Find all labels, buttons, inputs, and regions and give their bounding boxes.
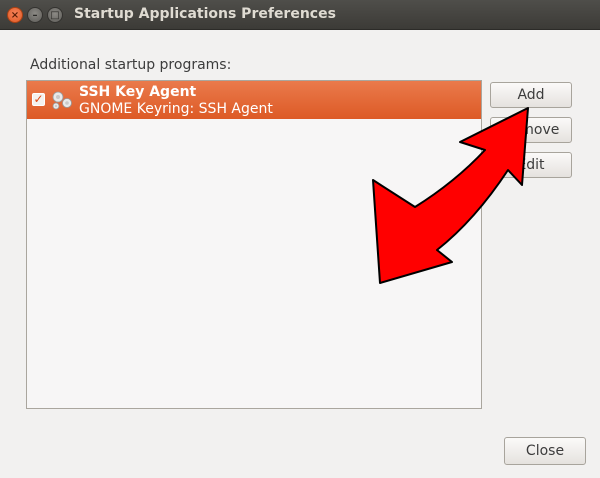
- section-label: Additional startup programs:: [30, 57, 232, 73]
- program-name: SSH Key Agent: [79, 84, 197, 100]
- window-title: Startup Applications Preferences: [74, 6, 336, 22]
- startup-programs-list[interactable]: ✓ SSH Key Agent GNOME Keyring: SSH Agent: [26, 80, 482, 409]
- add-button[interactable]: Add: [490, 82, 572, 108]
- title-bar[interactable]: × – □ Startup Applications Preferences: [0, 0, 600, 30]
- list-item[interactable]: ✓ SSH Key Agent GNOME Keyring: SSH Agent: [27, 81, 481, 119]
- close-button[interactable]: Close: [504, 437, 586, 465]
- remove-button[interactable]: Remove: [490, 117, 572, 143]
- edit-button[interactable]: Edit: [490, 152, 572, 178]
- program-description: GNOME Keyring: SSH Agent: [79, 101, 273, 117]
- startup-applications-window: × – □ Startup Applications Preferences A…: [0, 0, 600, 478]
- window-close-icon[interactable]: ×: [7, 7, 23, 23]
- window-minimize-icon[interactable]: –: [27, 7, 43, 23]
- window-maximize-icon[interactable]: □: [47, 7, 63, 23]
- gears-icon: [52, 91, 72, 110]
- enabled-checkbox[interactable]: ✓: [32, 93, 45, 106]
